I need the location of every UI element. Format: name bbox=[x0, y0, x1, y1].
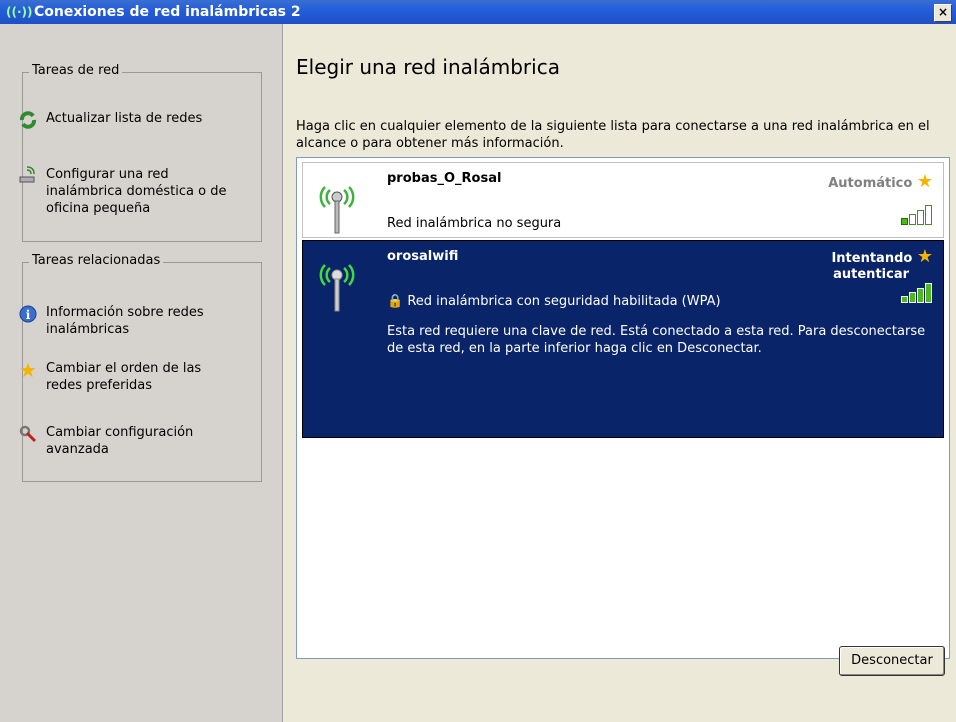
close-button[interactable]: × bbox=[934, 4, 952, 22]
status-text: Automático bbox=[828, 176, 913, 191]
network-status: Intentando ★ autenticar bbox=[831, 246, 933, 283]
wireless-antenna-icon bbox=[319, 264, 355, 312]
signal-strength-icon bbox=[899, 281, 935, 303]
info-icon: i bbox=[18, 304, 38, 324]
task-label: Información sobre redes inalámbricas bbox=[46, 305, 204, 337]
task-refresh-network-list[interactable]: Actualizar lista de redes bbox=[19, 110, 236, 129]
task-label: Configurar una red inalámbrica doméstica… bbox=[46, 167, 227, 216]
task-change-preferred-order[interactable]: ★ Cambiar el orden de las redes preferid… bbox=[19, 360, 236, 394]
task-pane: Tareas de red Actualizar lista de redes … bbox=[0, 24, 283, 722]
status-text-line2: autenticar bbox=[833, 267, 909, 282]
svg-text:i: i bbox=[26, 308, 31, 322]
wireless-antenna-icon bbox=[319, 186, 355, 234]
settings-icon bbox=[18, 424, 38, 444]
signal-strength-icon bbox=[899, 203, 935, 225]
task-setup-home-network[interactable]: Configurar una red inalámbrica doméstica… bbox=[19, 166, 236, 217]
network-item-selected[interactable]: orosalwifi Intentando ★ autenticar 🔒 Red… bbox=[302, 240, 944, 438]
task-label: Actualizar lista de redes bbox=[46, 111, 203, 126]
star-icon: ★ bbox=[19, 358, 37, 382]
lock-icon: 🔒 bbox=[387, 294, 404, 309]
network-list[interactable]: probas_O_Rosal Automático ★ Red inalámbr… bbox=[296, 157, 950, 659]
page-title: Elegir una red inalámbrica bbox=[296, 55, 560, 79]
intro-text: Haga clic en cualquier elemento de la si… bbox=[296, 119, 930, 151]
window-title: Conexiones de red inalámbricas 2 bbox=[34, 4, 301, 20]
network-name: orosalwifi bbox=[387, 249, 459, 264]
network-security: 🔒 Red inalámbrica con seguridad habilita… bbox=[387, 294, 721, 309]
network-name: probas_O_Rosal bbox=[387, 171, 502, 186]
wireless-network-icon: ((·)) bbox=[6, 5, 33, 19]
network-description: Esta red requiere una clave de red. Está… bbox=[387, 324, 926, 356]
task-label: Cambiar configuración avanzada bbox=[46, 425, 194, 457]
group-title-network-tasks: Tareas de red bbox=[29, 63, 123, 78]
task-wireless-info[interactable]: i Información sobre redes inalámbricas bbox=[19, 304, 236, 338]
status-text-line1: Intentando bbox=[831, 251, 913, 266]
disconnect-button[interactable]: Desconectar bbox=[839, 646, 945, 676]
task-advanced-settings[interactable]: Cambiar configuración avanzada bbox=[19, 424, 236, 458]
star-icon: ★ bbox=[916, 246, 933, 267]
network-item[interactable]: probas_O_Rosal Automático ★ Red inalámbr… bbox=[302, 162, 944, 238]
network-status: Automático ★ bbox=[828, 171, 933, 192]
group-title-related-tasks: Tareas relacionadas bbox=[29, 253, 164, 268]
security-text: Red inalámbrica con seguridad habilitada… bbox=[407, 294, 721, 309]
wizard-icon bbox=[18, 166, 38, 186]
star-icon: ★ bbox=[916, 171, 933, 192]
task-label: Cambiar el orden de las redes preferidas bbox=[46, 361, 202, 393]
network-security: Red inalámbrica no segura bbox=[387, 216, 562, 231]
refresh-icon bbox=[18, 110, 38, 130]
title-bar: ((·)) Conexiones de red inalámbricas 2 × bbox=[0, 0, 956, 24]
